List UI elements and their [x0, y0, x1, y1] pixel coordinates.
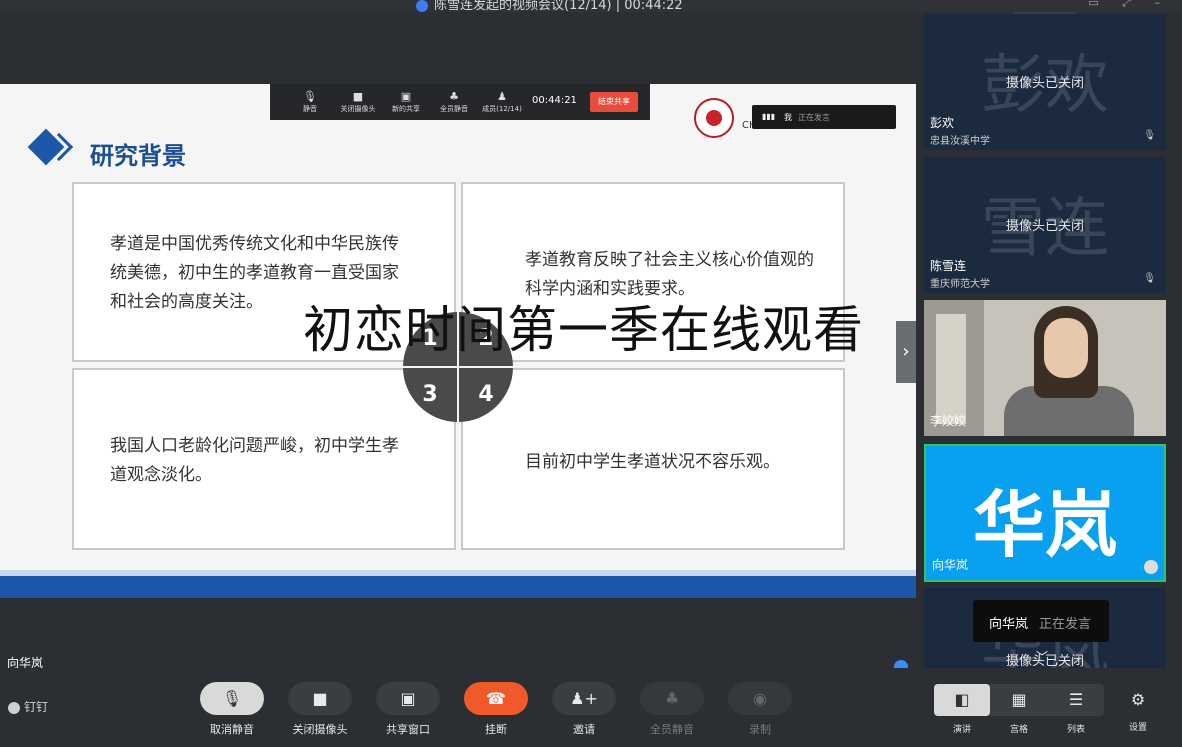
overlay-title: 初恋时间第一季在线观看	[303, 301, 864, 359]
speaker-status: 正在发言	[1039, 617, 1092, 632]
speaker-view-icon: ◧	[934, 684, 990, 716]
participant-org: 忠县汝溪中学	[930, 136, 990, 147]
mute-all-icon: ♣	[449, 90, 459, 103]
quadrant-3: 3	[422, 382, 438, 407]
scroll-down-chevron-icon[interactable]: ﹀	[1036, 648, 1048, 665]
speaker-tooltip: 向华岚 正在发言	[973, 600, 1109, 642]
record-button[interactable]: ◉ 录制	[728, 682, 792, 737]
dingtalk-logo-icon	[8, 701, 20, 714]
content-box-4: 目前初中学生孝道状况不容乐观。	[461, 368, 845, 550]
share-members-button[interactable]: ♟ 成员(12/14)	[482, 90, 522, 114]
speaking-indicator: ▮▮▮ 我 正在发言	[752, 105, 896, 129]
box-text: 我国人口老龄化问题严峻，初中学生孝道观念淡化。	[110, 436, 399, 485]
quadrant-4: 4	[478, 382, 494, 407]
app-icon	[416, 0, 428, 12]
brand: 钉钉	[8, 698, 48, 715]
window-controls[interactable]: ▭ ⤢ –	[1088, 0, 1170, 10]
grid-view-icon: ▦	[1011, 690, 1027, 709]
participant-name: 彭欢	[930, 116, 955, 130]
screen-share-badge-icon	[1144, 560, 1158, 574]
share-camera-button[interactable]: ■ 关闭摄像头	[338, 90, 378, 114]
mute-all-icon: ♣	[640, 682, 704, 715]
participant-video	[994, 306, 1134, 436]
user-icon: ♟	[497, 90, 507, 103]
volume-bars-icon: ▮▮▮	[762, 112, 776, 121]
share-new-button[interactable]: ▣ 新的共享	[386, 90, 426, 114]
participant-name: 陈雪连	[930, 259, 967, 273]
camera-icon: ■	[352, 90, 364, 103]
list-view-icon: ☰	[1068, 690, 1084, 709]
camera-off-label: 摄像头已关闭	[1005, 219, 1084, 234]
settings-button[interactable]: ⚙ 设置	[1120, 690, 1156, 733]
mic-muted-icon: 🎙	[1143, 130, 1156, 141]
participant-tile[interactable]: 彭欢 摄像头已关闭 彭欢 忠县汝溪中学 🎙	[924, 14, 1166, 150]
camera-icon: ■	[288, 682, 352, 715]
view-grid-button[interactable]: ▦ 宫格	[991, 684, 1047, 735]
slide-heading: 研究背景	[90, 141, 186, 170]
hang-up-button[interactable]: ☎ 挂断	[464, 682, 528, 737]
view-list-button[interactable]: ☰ 列表	[1048, 684, 1104, 735]
record-icon: ◉	[728, 682, 792, 715]
bottom-control-bar: 钉钉 🎙 取消静音 ■ 关闭摄像头 ▣ 共享窗口 ☎ 挂断 ♟+ 邀请 ♣ 全员…	[0, 668, 1182, 747]
add-user-icon: ♟+	[552, 682, 616, 715]
participant-name: 李姣姣	[930, 414, 967, 428]
mute-all-button[interactable]: ♣ 全员静音	[640, 682, 704, 737]
box-text: 目前初中学生孝道状况不容乐观。	[525, 452, 780, 472]
participant-video-tile[interactable]: 李姣姣	[924, 300, 1166, 436]
camera-off-button[interactable]: ■ 关闭摄像头	[288, 682, 352, 737]
slide-footer-bar	[0, 576, 916, 598]
content-box-3: 我国人口老龄化问题严峻，初中学生孝道观念淡化。	[72, 368, 456, 550]
title-bar: 陈雪连发起的视频会议(12/14) | 00:44:22 ▭ ⤢ –	[0, 0, 1182, 13]
share-screen-icon: ▣	[376, 682, 440, 715]
video-background	[936, 314, 966, 424]
next-page-chevron-icon[interactable]: ›	[896, 321, 916, 383]
camera-off-label: 摄像头已关闭	[1005, 76, 1084, 91]
share-mute-button[interactable]: 🎙 静音	[290, 90, 330, 114]
mic-off-icon: 🎙	[200, 682, 264, 715]
speaker-name: 向华岚	[989, 617, 1029, 632]
share-timer: 00:44:21	[532, 95, 577, 106]
invite-button[interactable]: ♟+ 邀请	[552, 682, 616, 737]
mic-icon: 🎙	[303, 90, 317, 103]
participant-org: 重庆师范大学	[930, 279, 990, 290]
participant-tile-active[interactable]: 华岚 向华岚	[924, 444, 1166, 582]
share-mute-all-button[interactable]: ♣ 全员静音	[434, 90, 474, 114]
mic-muted-icon: 🎙	[1143, 273, 1156, 284]
school-logo	[694, 98, 734, 138]
divider	[403, 366, 513, 368]
share-window-button[interactable]: ▣ 共享窗口	[376, 682, 440, 737]
participant-tile[interactable]: 雪连 摄像头已关闭 陈雪连 重庆师范大学 🎙	[924, 157, 1166, 293]
share-toolbar: 🎙 静音 ■ 关闭摄像头 ▣ 新的共享 ♣ 全员静音 ♟ 成员(12/14) 00:44:…	[270, 84, 650, 120]
share-screen-icon: ▣	[400, 90, 412, 103]
stop-share-button[interactable]: 结束共享	[590, 92, 638, 112]
gear-icon: ⚙	[1130, 690, 1146, 709]
unmute-button[interactable]: 🎙 取消静音	[200, 682, 264, 737]
participant-name: 向华岚	[932, 558, 969, 572]
hang-up-icon: ☎	[464, 682, 528, 715]
view-speaker-button[interactable]: ◧ 演讲	[934, 684, 990, 735]
